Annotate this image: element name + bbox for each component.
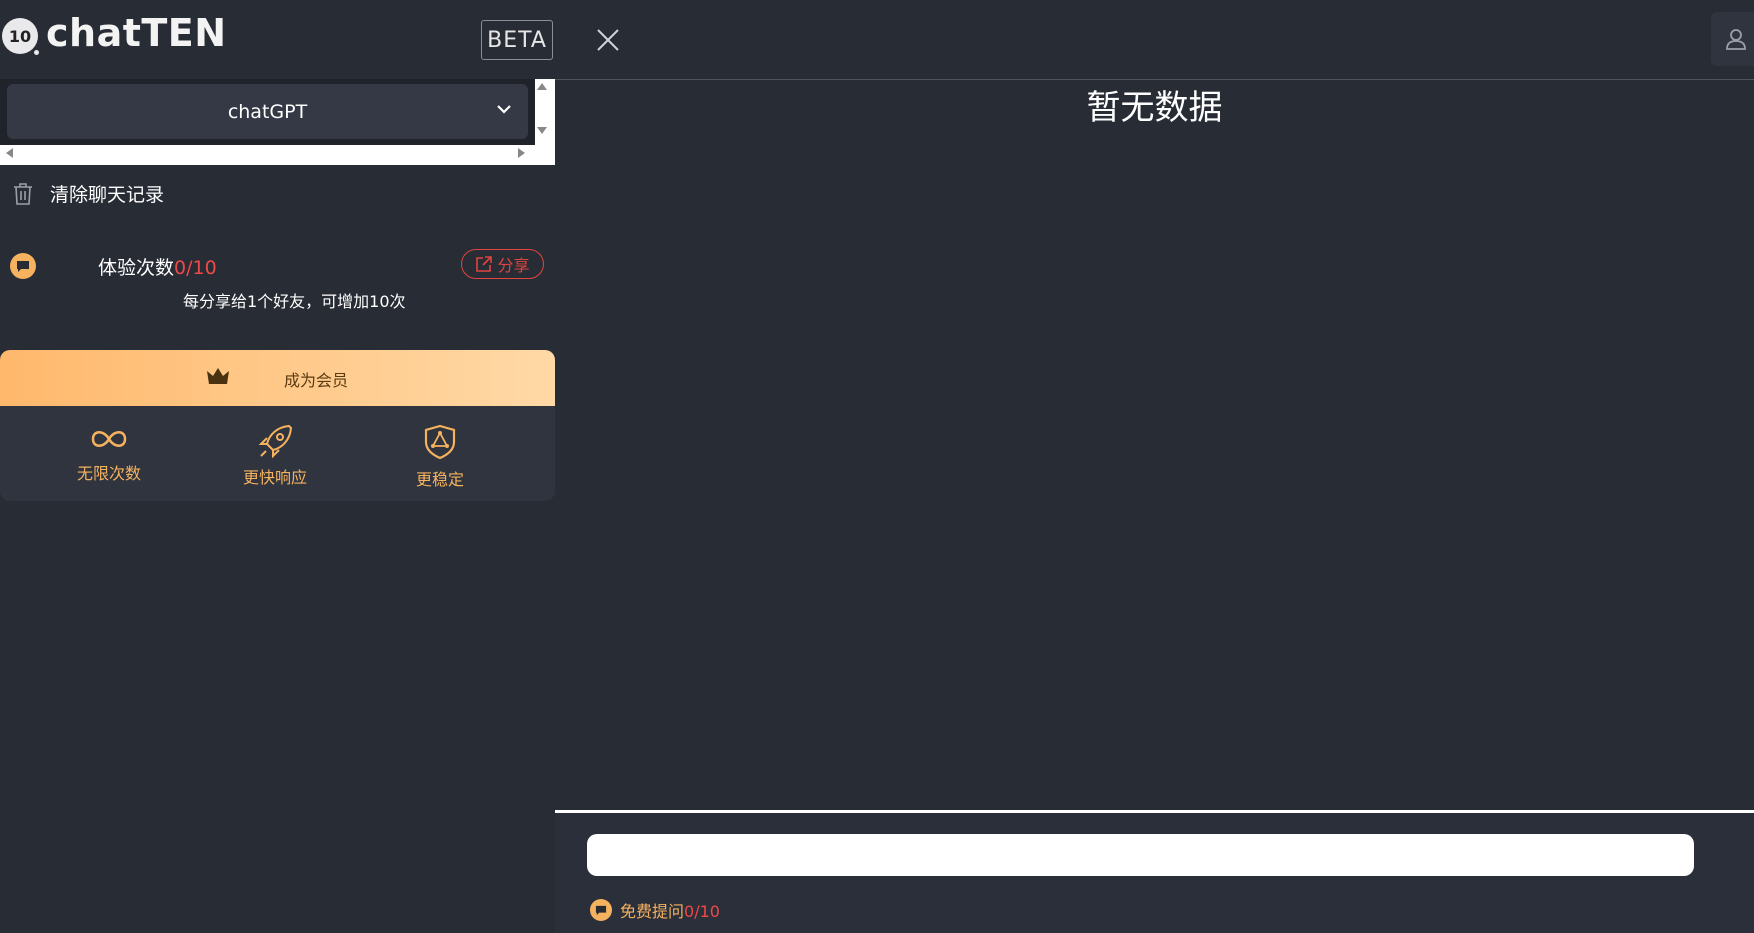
infinity-icon (91, 431, 127, 447)
share-label: 分享 (497, 256, 530, 275)
benefit-label: 更稳定 (415, 470, 464, 489)
app-title: chatTEN (46, 11, 227, 55)
rocket-icon (258, 424, 293, 458)
shield-icon (424, 424, 456, 460)
logo-dot (34, 50, 39, 55)
scroll-right-arrow-icon[interactable] (518, 148, 526, 158)
benefit-faster: 更快响应 (220, 424, 330, 488)
trash-icon (14, 182, 32, 205)
scroll-down-arrow-icon[interactable] (537, 127, 547, 135)
share-button[interactable]: 分享 (461, 249, 544, 279)
trial-label-text: 体验次数 (98, 257, 175, 279)
free-question-label: 免费提问 (620, 902, 685, 921)
become-member-label: 成为会员 (284, 371, 349, 390)
chevron-down-icon (497, 105, 511, 114)
user-icon (1726, 29, 1746, 50)
scroll-up-arrow-icon[interactable] (537, 82, 547, 90)
clear-history-button[interactable]: 清除聊天记录 (12, 180, 164, 207)
trial-count-value: 0/10 (174, 257, 217, 279)
trial-count-label: 体验次数0/10 (98, 253, 217, 280)
user-button[interactable] (1711, 12, 1754, 66)
free-question-counter: 免费提问0/10 (590, 898, 720, 922)
model-select-value: chatGPT (227, 100, 308, 123)
benefit-label: 更快响应 (242, 468, 307, 487)
member-benefits: 无限次数 更快响应 更稳定 (0, 406, 555, 501)
benefit-stable: 更稳定 (385, 424, 495, 490)
scroll-left-arrow-icon[interactable] (5, 148, 13, 158)
crown-icon (207, 368, 229, 384)
benefit-label: 无限次数 (76, 464, 141, 483)
share-icon (476, 256, 493, 272)
model-select[interactable]: chatGPT (7, 84, 528, 139)
close-icon[interactable] (596, 28, 620, 52)
benefit-unlimited: 无限次数 (54, 424, 164, 484)
beta-badge: BETA (481, 20, 553, 60)
become-member-button[interactable]: 成为会员 (0, 350, 555, 406)
sidebar: 10 chatTEN BETA chatGPT 清除聊天记录 体验次数0/10 … (0, 0, 555, 930)
free-question-count: 0/10 (684, 902, 720, 921)
chat-input[interactable] (587, 834, 1694, 876)
logo-icon: 10 (2, 18, 38, 54)
logo-badge: 10 (8, 26, 32, 46)
chat-bubble-icon (590, 899, 612, 921)
empty-state-text: 暂无数据 (1086, 88, 1223, 128)
clear-history-label: 清除聊天记录 (50, 184, 165, 206)
share-note: 每分享给1个好友，可增加10次 (183, 292, 406, 311)
chat-bubble-icon (10, 253, 36, 279)
